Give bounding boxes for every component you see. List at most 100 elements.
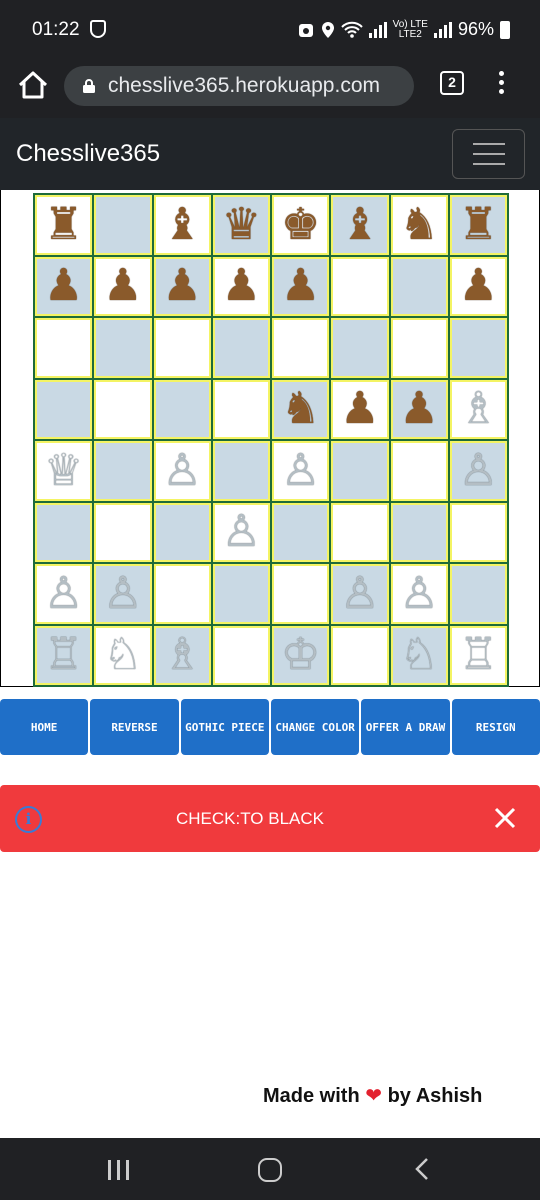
board-square[interactable] xyxy=(94,318,152,378)
board-square[interactable]: ♞ xyxy=(272,379,330,439)
chess-piece[interactable]: ♖ xyxy=(459,633,498,677)
board-square[interactable] xyxy=(390,256,448,316)
chess-piece[interactable]: ♟ xyxy=(103,264,142,308)
board-square[interactable] xyxy=(212,318,270,378)
board-square[interactable] xyxy=(449,564,507,624)
recent-apps-icon[interactable] xyxy=(108,1160,130,1180)
chess-piece[interactable]: ♟ xyxy=(44,264,83,308)
chess-piece[interactable]: ♞ xyxy=(281,387,320,431)
tab-switcher-button[interactable]: 2 xyxy=(440,71,464,95)
board-square[interactable]: ♔ xyxy=(272,625,330,685)
board-square[interactable]: ♘ xyxy=(94,625,152,685)
board-square[interactable] xyxy=(35,379,93,439)
board-square[interactable] xyxy=(331,441,389,501)
chess-piece[interactable]: ♘ xyxy=(103,633,142,677)
board-square[interactable]: ♟ xyxy=(390,379,448,439)
chess-piece[interactable]: ♜ xyxy=(44,202,83,247)
chess-piece[interactable]: ♟ xyxy=(340,387,379,431)
chess-piece[interactable]: ♟ xyxy=(162,264,201,308)
chess-piece[interactable]: ♗ xyxy=(459,387,498,431)
chess-piece[interactable]: ♟ xyxy=(281,264,320,308)
chess-piece[interactable]: ♗ xyxy=(162,633,201,677)
board-square[interactable]: ♙ xyxy=(449,441,507,501)
board-square[interactable]: ♙ xyxy=(331,564,389,624)
more-menu-icon[interactable] xyxy=(494,68,508,98)
chess-piece[interactable]: ♟ xyxy=(459,264,498,308)
chess-piece[interactable]: ♚ xyxy=(281,202,320,247)
board-square[interactable] xyxy=(153,318,211,378)
board-square[interactable] xyxy=(35,318,93,378)
board-square[interactable] xyxy=(153,564,211,624)
board-square[interactable] xyxy=(94,379,152,439)
chess-piece[interactable]: ♖ xyxy=(44,633,83,677)
home-icon[interactable] xyxy=(16,68,50,102)
board-square[interactable] xyxy=(212,441,270,501)
chess-piece[interactable]: ♜ xyxy=(459,202,498,247)
gothic-piece-button[interactable]: GOTHIC PIECE xyxy=(180,699,269,755)
resign-button[interactable]: RESIGN xyxy=(451,699,540,755)
board-square[interactable] xyxy=(94,195,152,255)
chess-piece[interactable]: ♝ xyxy=(162,202,201,247)
board-square[interactable]: ♞ xyxy=(390,195,448,255)
chess-piece[interactable]: ♙ xyxy=(222,510,261,554)
board-square[interactable] xyxy=(449,502,507,562)
board-square[interactable] xyxy=(331,625,389,685)
chess-piece[interactable]: ♙ xyxy=(399,571,438,616)
board-square[interactable]: ♝ xyxy=(331,195,389,255)
board-square[interactable]: ♟ xyxy=(272,256,330,316)
board-square[interactable] xyxy=(94,441,152,501)
chess-piece[interactable]: ♟ xyxy=(222,264,261,308)
board-square[interactable]: ♟ xyxy=(94,256,152,316)
board-square[interactable]: ♙ xyxy=(35,564,93,624)
board-square[interactable]: ♖ xyxy=(449,625,507,685)
change-color-button[interactable]: CHANGE COLOR xyxy=(270,699,360,755)
board-square[interactable] xyxy=(272,318,330,378)
address-bar[interactable]: chesslive365.herokuapp.com xyxy=(64,66,414,106)
hamburger-menu-icon[interactable] xyxy=(452,129,525,179)
board-square[interactable]: ♝ xyxy=(153,195,211,255)
board-square[interactable]: ♟ xyxy=(331,379,389,439)
board-square[interactable] xyxy=(212,564,270,624)
board-square[interactable] xyxy=(390,318,448,378)
board-square[interactable]: ♟ xyxy=(35,256,93,316)
close-icon[interactable] xyxy=(490,803,520,833)
chess-piece[interactable]: ♙ xyxy=(281,448,320,493)
chess-piece[interactable]: ♛ xyxy=(222,202,261,247)
reverse-button[interactable]: REVERSE xyxy=(90,699,179,755)
chess-piece[interactable]: ♘ xyxy=(399,633,438,677)
chess-piece[interactable]: ♙ xyxy=(340,571,379,616)
board-square[interactable] xyxy=(35,502,93,562)
back-icon[interactable] xyxy=(410,1156,436,1182)
board-square[interactable]: ♕ xyxy=(35,441,93,501)
chess-piece[interactable]: ♙ xyxy=(44,571,83,616)
brand-title[interactable]: Chesslive365 xyxy=(16,140,160,168)
board-square[interactable] xyxy=(331,318,389,378)
board-square[interactable] xyxy=(212,625,270,685)
chess-piece[interactable]: ♞ xyxy=(399,202,438,247)
board-square[interactable] xyxy=(390,502,448,562)
board-square[interactable]: ♖ xyxy=(35,625,93,685)
board-square[interactable]: ♚ xyxy=(272,195,330,255)
board-square[interactable]: ♙ xyxy=(94,564,152,624)
board-square[interactable]: ♟ xyxy=(153,256,211,316)
board-square[interactable] xyxy=(390,441,448,501)
board-square[interactable]: ♙ xyxy=(272,441,330,501)
chess-piece[interactable]: ♝ xyxy=(340,202,379,247)
board-square[interactable]: ♗ xyxy=(153,625,211,685)
board-square[interactable]: ♟ xyxy=(212,256,270,316)
board-square[interactable] xyxy=(94,502,152,562)
chess-piece[interactable]: ♟ xyxy=(399,387,438,431)
board-square[interactable] xyxy=(212,379,270,439)
board-square[interactable]: ♙ xyxy=(390,564,448,624)
board-square[interactable] xyxy=(449,318,507,378)
offer-draw-button[interactable]: OFFER A DRAW xyxy=(361,699,450,755)
board-square[interactable] xyxy=(331,502,389,562)
board-square[interactable] xyxy=(331,256,389,316)
board-square[interactable]: ♘ xyxy=(390,625,448,685)
chess-piece[interactable]: ♔ xyxy=(281,633,320,677)
board-square[interactable] xyxy=(272,502,330,562)
chess-piece[interactable]: ♙ xyxy=(459,448,498,493)
home-nav-icon[interactable] xyxy=(258,1158,282,1182)
board-square[interactable]: ♜ xyxy=(35,195,93,255)
chess-piece[interactable]: ♙ xyxy=(162,448,201,493)
